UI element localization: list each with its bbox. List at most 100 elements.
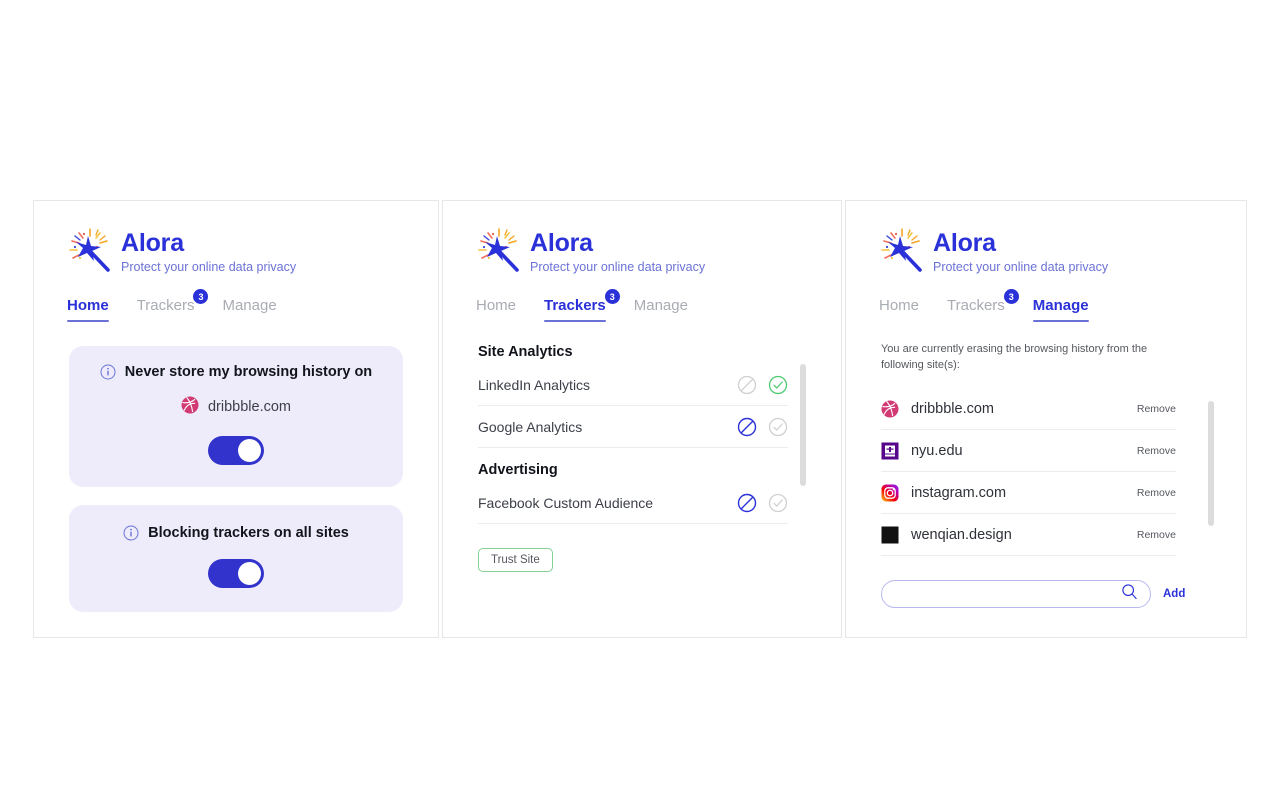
card-title: Blocking trackers on all sites xyxy=(148,525,349,542)
card-site-name: dribbble.com xyxy=(207,399,291,416)
allow-check-icon[interactable] xyxy=(768,493,788,513)
manage-body: You are currently erasing the browsing h… xyxy=(846,342,1246,609)
card-never-store-history: Never store my browsing history on dribb… xyxy=(69,346,403,488)
site-name: wenqian.design xyxy=(910,526,1012,543)
tab-trackers[interactable]: Trackers 3 xyxy=(947,289,1019,322)
card-header: Blocking trackers on all sites xyxy=(85,525,387,541)
scrollbar-manage[interactable] xyxy=(1207,401,1214,526)
tab-bar-home: Home Trackers 3 Manage xyxy=(34,289,438,323)
search-box[interactable] xyxy=(880,580,1151,609)
brand-text: Alora Protect your online data privacy xyxy=(121,225,296,275)
magic-wand-sparkle-icon xyxy=(476,227,524,275)
brand-title: Alora xyxy=(932,229,996,257)
toggle-knob xyxy=(237,439,261,463)
tab-manage[interactable]: Manage xyxy=(1032,297,1089,323)
search-icon[interactable] xyxy=(1121,583,1138,605)
trackers-badge: 3 xyxy=(604,289,620,305)
trust-site-button[interactable]: Trust Site xyxy=(477,548,553,573)
tracker-row: Facebook Custom Audience xyxy=(477,482,788,525)
tab-manage-label: Manage xyxy=(633,297,688,315)
allow-check-icon[interactable] xyxy=(768,417,788,437)
card-site-row: dribbble.com xyxy=(85,396,387,418)
magic-wand-sparkle-icon xyxy=(67,227,115,275)
block-icon[interactable] xyxy=(737,375,757,395)
dribbble-icon xyxy=(881,400,899,418)
tab-home[interactable]: Home xyxy=(879,297,919,322)
tab-home[interactable]: Home xyxy=(476,297,516,322)
brand-title: Alora xyxy=(529,229,593,257)
remove-button[interactable]: Remove xyxy=(1137,403,1176,415)
brand-title: Alora xyxy=(121,229,184,257)
scrollbar-trackers[interactable] xyxy=(799,364,806,486)
tab-bar-trackers: Home Trackers 3 Manage xyxy=(443,289,841,323)
info-circle-icon[interactable] xyxy=(100,364,116,380)
brand-subtitle: Protect your online data privacy xyxy=(121,260,297,275)
site-row: dribbble.com Remove xyxy=(880,388,1176,431)
tab-manage-label: Manage xyxy=(222,297,277,315)
dribbble-icon xyxy=(181,396,199,418)
block-icon[interactable] xyxy=(737,417,757,437)
card-header: Never store my browsing history on xyxy=(85,364,387,380)
tab-trackers[interactable]: Trackers 3 xyxy=(136,289,209,322)
tracker-name: LinkedIn Analytics xyxy=(477,376,591,393)
tab-manage[interactable]: Manage xyxy=(634,297,688,322)
tab-trackers[interactable]: Trackers 3 xyxy=(544,289,620,323)
allow-check-icon[interactable] xyxy=(768,375,788,395)
remove-button[interactable]: Remove xyxy=(1137,445,1176,457)
card-title: Never store my browsing history on xyxy=(124,364,373,381)
trackers-badge: 3 xyxy=(1003,289,1019,305)
trackers-badge: 3 xyxy=(193,289,209,305)
tracker-row: Google Analytics xyxy=(477,406,788,449)
brand-header-trackers: Alora Protect your online data privacy xyxy=(443,201,841,275)
black-square-icon xyxy=(881,526,899,544)
tracker-row: LinkedIn Analytics xyxy=(477,364,788,407)
toggle-knob xyxy=(237,562,261,586)
info-circle-icon[interactable] xyxy=(123,525,139,541)
tracker-name: Google Analytics xyxy=(477,418,583,435)
tab-bar-manage: Home Trackers 3 Manage xyxy=(846,289,1246,323)
search-input[interactable] xyxy=(895,586,1121,603)
home-cards: Never store my browsing history on dribb… xyxy=(34,346,438,613)
site-row: nyu.edu Remove xyxy=(880,430,1176,473)
brand-text: Alora Protect your online data privacy xyxy=(530,225,705,275)
add-site-row: Add xyxy=(880,580,1213,609)
tab-home-label: Home xyxy=(475,297,516,315)
panel-manage: Alora Protect your online data privacy H… xyxy=(844,200,1247,638)
app-stage: Alora Protect your online data privacy H… xyxy=(0,0,1280,800)
panels-row: Alora Protect your online data privacy H… xyxy=(33,200,1247,638)
site-name: instagram.com xyxy=(910,484,1007,501)
toggle-never-store-history[interactable] xyxy=(207,436,264,466)
tab-home[interactable]: Home xyxy=(67,297,109,323)
panel-trackers: Alora Protect your online data privacy H… xyxy=(441,200,842,638)
manage-note: You are currently erasing the browsing h… xyxy=(880,343,1148,372)
add-button[interactable]: Add xyxy=(1163,588,1185,600)
tab-trackers-label: Trackers xyxy=(136,297,195,315)
tracker-actions xyxy=(737,417,788,437)
tab-trackers-label: Trackers xyxy=(947,297,1005,315)
tracker-group-title: Site Analytics xyxy=(477,344,573,361)
note-spacer xyxy=(881,374,1213,388)
tab-trackers-label: Trackers xyxy=(544,297,606,315)
remove-button[interactable]: Remove xyxy=(1137,529,1176,541)
tab-home-label: Home xyxy=(878,297,919,315)
block-icon[interactable] xyxy=(737,493,757,513)
brand-subtitle: Protect your online data privacy xyxy=(529,260,706,275)
nyu-icon xyxy=(881,442,899,460)
tracker-name: Facebook Custom Audience xyxy=(477,494,654,511)
site-name: dribbble.com xyxy=(910,400,994,417)
tab-manage[interactable]: Manage xyxy=(222,297,276,322)
tab-home-label: Home xyxy=(67,297,109,315)
panel-home: Alora Protect your online data privacy H… xyxy=(33,200,439,638)
remove-button[interactable]: Remove xyxy=(1137,487,1176,499)
tracker-actions xyxy=(737,493,788,513)
brand-text: Alora Protect your online data privacy xyxy=(933,225,1108,275)
tracker-group-title: Advertising xyxy=(477,462,558,479)
instagram-icon xyxy=(881,484,899,502)
site-row: wenqian.design Remove xyxy=(880,514,1176,557)
toggle-blocking-trackers[interactable] xyxy=(207,559,264,589)
magic-wand-sparkle-icon xyxy=(879,227,927,275)
brand-header-manage: Alora Protect your online data privacy xyxy=(846,201,1246,275)
site-name: nyu.edu xyxy=(910,442,963,459)
tracker-actions xyxy=(737,375,788,395)
